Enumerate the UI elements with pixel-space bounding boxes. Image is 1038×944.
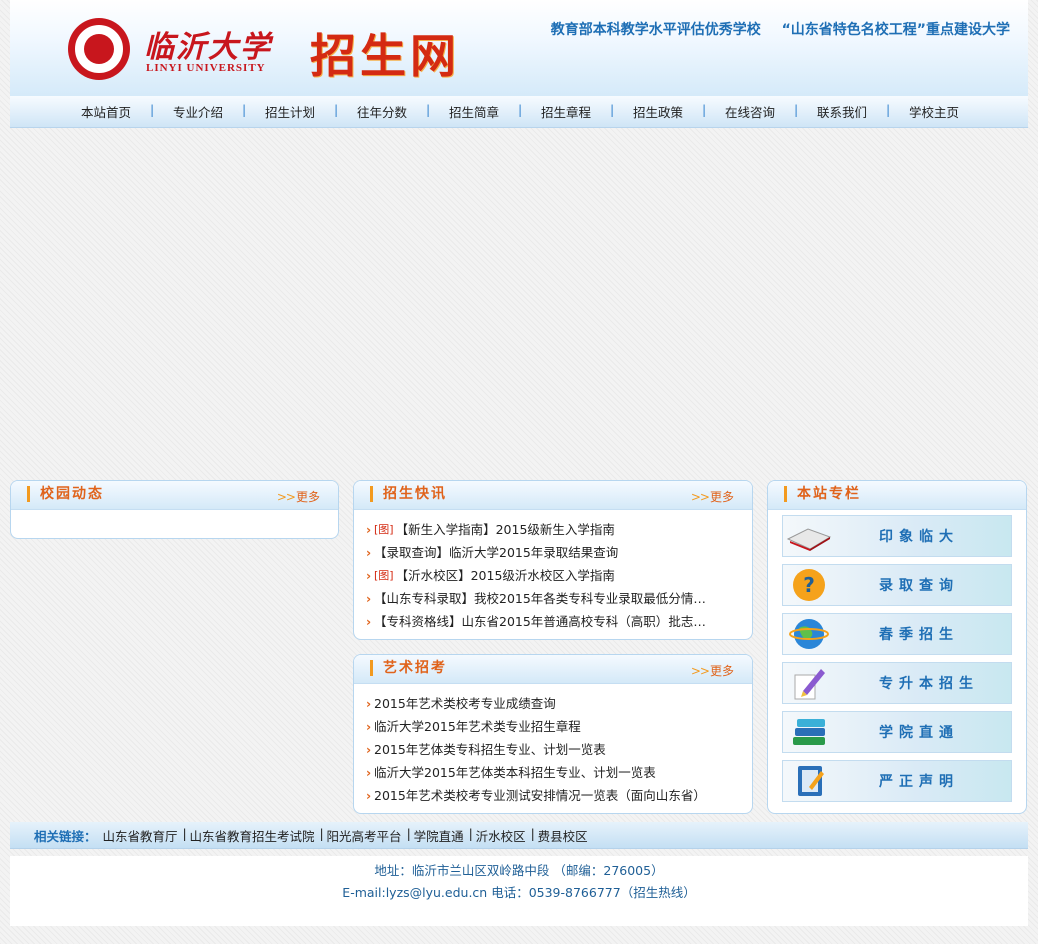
- art-admission-more-link[interactable]: 更多: [691, 662, 734, 679]
- link-feixian-campus[interactable]: 费县校区: [531, 826, 594, 845]
- special-button-spring-admission[interactable]: 春季招生: [782, 613, 1012, 655]
- books-icon: [783, 712, 835, 752]
- special-button-label: 录取查询: [879, 578, 959, 594]
- nav-item-school-home[interactable]: 学校主页: [886, 102, 980, 121]
- admission-news-more-link[interactable]: 更多: [691, 488, 734, 505]
- list-item-text: 【沂水校区】2015级沂水校区入学指南: [395, 568, 615, 583]
- list-item[interactable]: [图]【新生入学指南】2015级新生入学指南: [366, 518, 714, 541]
- list-item-text: 【新生入学指南】2015级新生入学指南: [395, 522, 615, 537]
- special-column-box: 本站专栏 印象临大 ? 录取查询 春季招生 专升本招生 学院直通 严正声明: [767, 480, 1027, 814]
- admission-news-title: 招生快讯: [370, 486, 447, 502]
- book-icon: [783, 516, 835, 556]
- footer-contact: E-mail:lyzs@lyu.edu.cn 电话：0539-8766777（招…: [342, 885, 696, 900]
- image-tag: [图]: [374, 523, 394, 536]
- svg-text:?: ?: [803, 573, 815, 597]
- list-item[interactable]: 【山东专科录取】我校2015年各类专科专业录取最低分情况…: [366, 587, 714, 610]
- pen-icon: [783, 663, 835, 703]
- globe-icon: [783, 614, 835, 654]
- nav-item-contact[interactable]: 联系我们: [794, 102, 888, 121]
- campus-news-title: 校园动态: [27, 486, 104, 502]
- list-item-text: 【专科资格线】山东省2015年普通高校专科（高职）批志愿…: [374, 614, 714, 629]
- list-item[interactable]: 临沂大学2015年艺体类本科招生专业、计划一览表: [366, 761, 714, 784]
- list-item-text: 【录取查询】临沂大学2015年录取结果查询: [374, 545, 619, 560]
- footer: 地址：临沂市兰山区双岭路中段 （邮编：276005） E-mail:lyzs@l…: [10, 856, 1028, 926]
- list-item[interactable]: 【录取查询】临沂大学2015年录取结果查询: [366, 541, 714, 564]
- link-exam-institute[interactable]: 山东省教育招生考试院: [183, 826, 321, 845]
- link-college-direct[interactable]: 学院直通: [407, 826, 470, 845]
- campus-news-header: 校园动态 更多: [11, 481, 338, 510]
- campus-news-box: 校园动态 更多: [10, 480, 339, 539]
- special-button-label: 学院直通: [879, 725, 959, 741]
- site-name: 招生网: [310, 29, 460, 83]
- related-links-label: 相关链接：: [34, 828, 97, 844]
- special-button-label: 春季招生: [879, 627, 959, 643]
- campus-news-more-link[interactable]: 更多: [277, 488, 320, 505]
- special-button-college-link[interactable]: 学院直通: [782, 711, 1012, 753]
- slogan-1: 教育部本科教学水平评估优秀学校: [550, 22, 761, 38]
- nav-item-policy[interactable]: 招生政策: [610, 102, 704, 121]
- footer-address: 地址：临沂市兰山区双岭路中段 （邮编：276005）: [374, 863, 664, 878]
- list-item[interactable]: 2015年艺术类校考专业成绩查询: [366, 692, 714, 715]
- list-item-text: 【山东专科录取】我校2015年各类专科专业录取最低分情况…: [374, 591, 714, 606]
- nav-item-charter[interactable]: 招生章程: [518, 102, 612, 121]
- banner-area: [10, 128, 1028, 468]
- nav-item-brochure[interactable]: 招生简章: [426, 102, 520, 121]
- special-button-upgrade-admission[interactable]: 专升本招生: [782, 662, 1012, 704]
- admission-news-list: [图]【新生入学指南】2015级新生入学指南 【录取查询】临沂大学2015年录取…: [354, 510, 752, 633]
- art-admission-list: 2015年艺术类校考专业成绩查询 临沂大学2015年艺术类专业招生章程 2015…: [354, 684, 752, 807]
- list-item[interactable]: 2015年艺体类专科招生专业、计划一览表: [366, 738, 714, 761]
- special-button-admission-query[interactable]: ? 录取查询: [782, 564, 1012, 606]
- brand-english-name: LINYI UNIVERSITY: [146, 62, 266, 74]
- special-button-label: 印象临大: [879, 529, 959, 545]
- link-education-dept[interactable]: 山东省教育厅: [97, 826, 184, 845]
- nav-item-majors[interactable]: 专业介绍: [150, 102, 244, 121]
- brand-chinese-name: 临沂大学: [144, 30, 272, 65]
- nav-item-scores[interactable]: 往年分数: [334, 102, 428, 121]
- art-admission-title: 艺术招考: [370, 660, 447, 676]
- main-nav: 本站首页 专业介绍 招生计划 往年分数 招生简章 招生章程 招生政策 在线咨询 …: [10, 96, 1028, 128]
- special-column-title: 本站专栏: [784, 486, 861, 502]
- nav-item-consult[interactable]: 在线咨询: [702, 102, 796, 121]
- question-icon: ?: [783, 565, 835, 605]
- admission-news-header: 招生快讯 更多: [354, 481, 752, 510]
- special-button-label: 专升本招生: [879, 676, 979, 692]
- nav-item-home[interactable]: 本站首页: [60, 102, 152, 121]
- link-yishui-campus[interactable]: 沂水校区: [469, 826, 532, 845]
- art-admission-box: 艺术招考 更多 2015年艺术类校考专业成绩查询 临沂大学2015年艺术类专业招…: [353, 654, 753, 814]
- special-button-impression[interactable]: 印象临大: [782, 515, 1012, 557]
- special-column-header: 本站专栏: [768, 481, 1026, 510]
- notebook-icon: [783, 761, 835, 801]
- list-item[interactable]: 【专科资格线】山东省2015年普通高校专科（高职）批志愿…: [366, 610, 714, 633]
- nav-item-plan[interactable]: 招生计划: [242, 102, 336, 121]
- link-sunshine-gaokao[interactable]: 阳光高考平台: [320, 826, 408, 845]
- university-seal-logo[interactable]: [68, 18, 130, 80]
- special-button-label: 严正声明: [879, 774, 959, 790]
- slogan-2: “山东省特色名校工程”重点建设大学: [781, 22, 1010, 38]
- admission-news-box: 招生快讯 更多 [图]【新生入学指南】2015级新生入学指南 【录取查询】临沂大…: [353, 480, 753, 640]
- special-button-statement[interactable]: 严正声明: [782, 760, 1012, 802]
- slogan: 教育部本科教学水平评估优秀学校 “山东省特色名校工程”重点建设大学: [535, 19, 1010, 39]
- list-item[interactable]: 2015年艺术类校考专业测试安排情况一览表（面向山东省）: [366, 784, 714, 807]
- art-admission-header: 艺术招考 更多: [354, 655, 752, 684]
- header: 临沂大学 LINYI UNIVERSITY 招生网 教育部本科教学水平评估优秀学…: [10, 0, 1028, 96]
- list-item[interactable]: 临沂大学2015年艺术类专业招生章程: [366, 715, 714, 738]
- image-tag: [图]: [374, 569, 394, 582]
- related-links-bar: 相关链接： 山东省教育厅 山东省教育招生考试院 阳光高考平台 学院直通 沂水校区…: [10, 822, 1028, 849]
- list-item[interactable]: [图]【沂水校区】2015级沂水校区入学指南: [366, 564, 714, 587]
